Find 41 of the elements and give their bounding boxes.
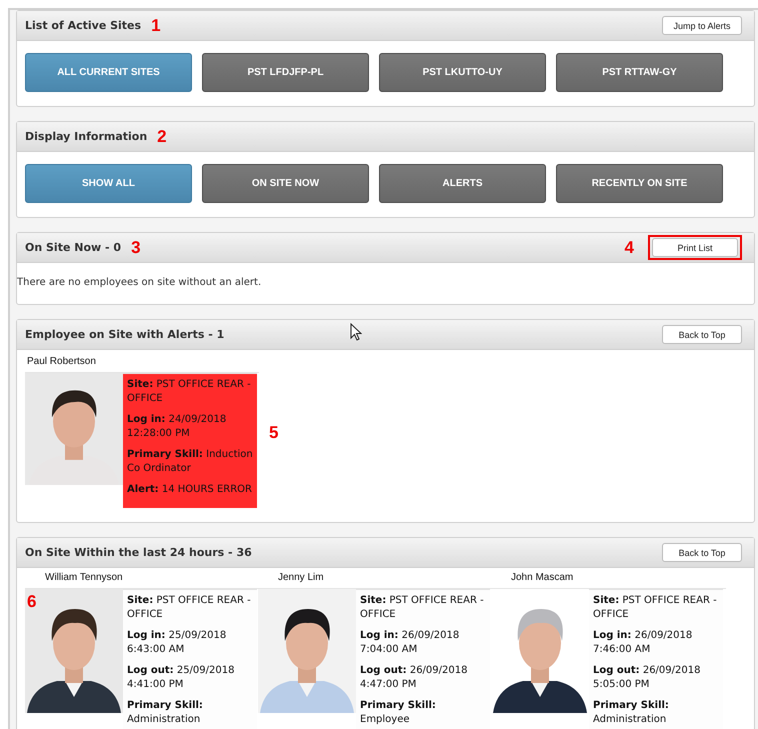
detail-text: Log out: 26/09/2018 4:47:00 PM: [360, 664, 468, 692]
detail-text: Log in: 25/09/2018 6:43:00 AM: [127, 629, 228, 657]
annotation-number: 3: [131, 238, 141, 258]
detail-text: Site: PST OFFICE REAR - OFFICE: [127, 594, 252, 622]
filter-button[interactable]: ON SITE NOW: [202, 164, 369, 203]
detail-text: Primary Skill: Induction Co Ordinator: [127, 448, 253, 476]
detail-text: Log out: 25/09/2018 4:41:00 PM: [127, 664, 236, 692]
annotation-number: 6: [27, 592, 36, 612]
site-button[interactable]: ALL CURRENT SITES: [25, 53, 192, 92]
back-to-top-button[interactable]: Back to Top: [662, 543, 742, 562]
detail-text: Primary Skill: Administration: [127, 699, 204, 727]
detail-text: Log out: 26/09/2018 5:05:00 PM: [593, 664, 702, 692]
site-button[interactable]: PST LFDJFP-PL: [202, 53, 369, 92]
annotation-number: 5: [269, 423, 278, 443]
panel-title: Employee on Site with Alerts - 1: [25, 328, 224, 341]
annotation-number: 4: [624, 238, 634, 258]
panel-title: Display Information: [25, 130, 148, 143]
empty-message: There are no employees on site without an alert.: [17, 276, 262, 290]
panel-title: On Site Now - 0: [25, 241, 122, 254]
detail-text: Site: PST OFFICE REAR - OFFICE: [360, 594, 485, 622]
annotation-number: 1: [151, 16, 161, 36]
detail-text: Primary Skill: Employee: [360, 699, 437, 727]
print-button[interactable]: Print List: [652, 238, 738, 257]
filter-button[interactable]: RECENTLY ON SITE: [556, 164, 723, 203]
detail-text: Primary Skill: Administration: [593, 699, 670, 727]
annotation-number: 2: [157, 126, 167, 146]
detail-text: Log in: 26/09/2018 7:46:00 AM: [593, 629, 694, 657]
back-to-top-button[interactable]: Back to Top: [662, 325, 742, 344]
panel-title: List of Active Sites: [25, 19, 142, 32]
detail-text: Log in: 24/09/2018 12:28:00 PM: [127, 413, 228, 441]
cursor-icon: [350, 323, 362, 341]
site-button[interactable]: PST LKUTTO-UY: [379, 53, 546, 92]
site-button[interactable]: PST RTTAW-GY: [556, 53, 723, 92]
jump-button[interactable]: Jump to Alerts: [662, 16, 742, 35]
panel-title: On Site Within the last 24 hours - 36: [25, 546, 252, 559]
filter-button[interactable]: ALERTS: [379, 164, 546, 203]
filter-button[interactable]: SHOW ALL: [25, 164, 192, 203]
detail-text: Site: PST OFFICE REAR - OFFICE: [593, 594, 718, 622]
detail-text: Site: PST OFFICE REAR - OFFICE: [127, 378, 252, 406]
detail-text: Alert: 14 HOURS ERROR: [127, 483, 253, 497]
detail-text: Log in: 26/09/2018 7:04:00 AM: [360, 629, 460, 657]
